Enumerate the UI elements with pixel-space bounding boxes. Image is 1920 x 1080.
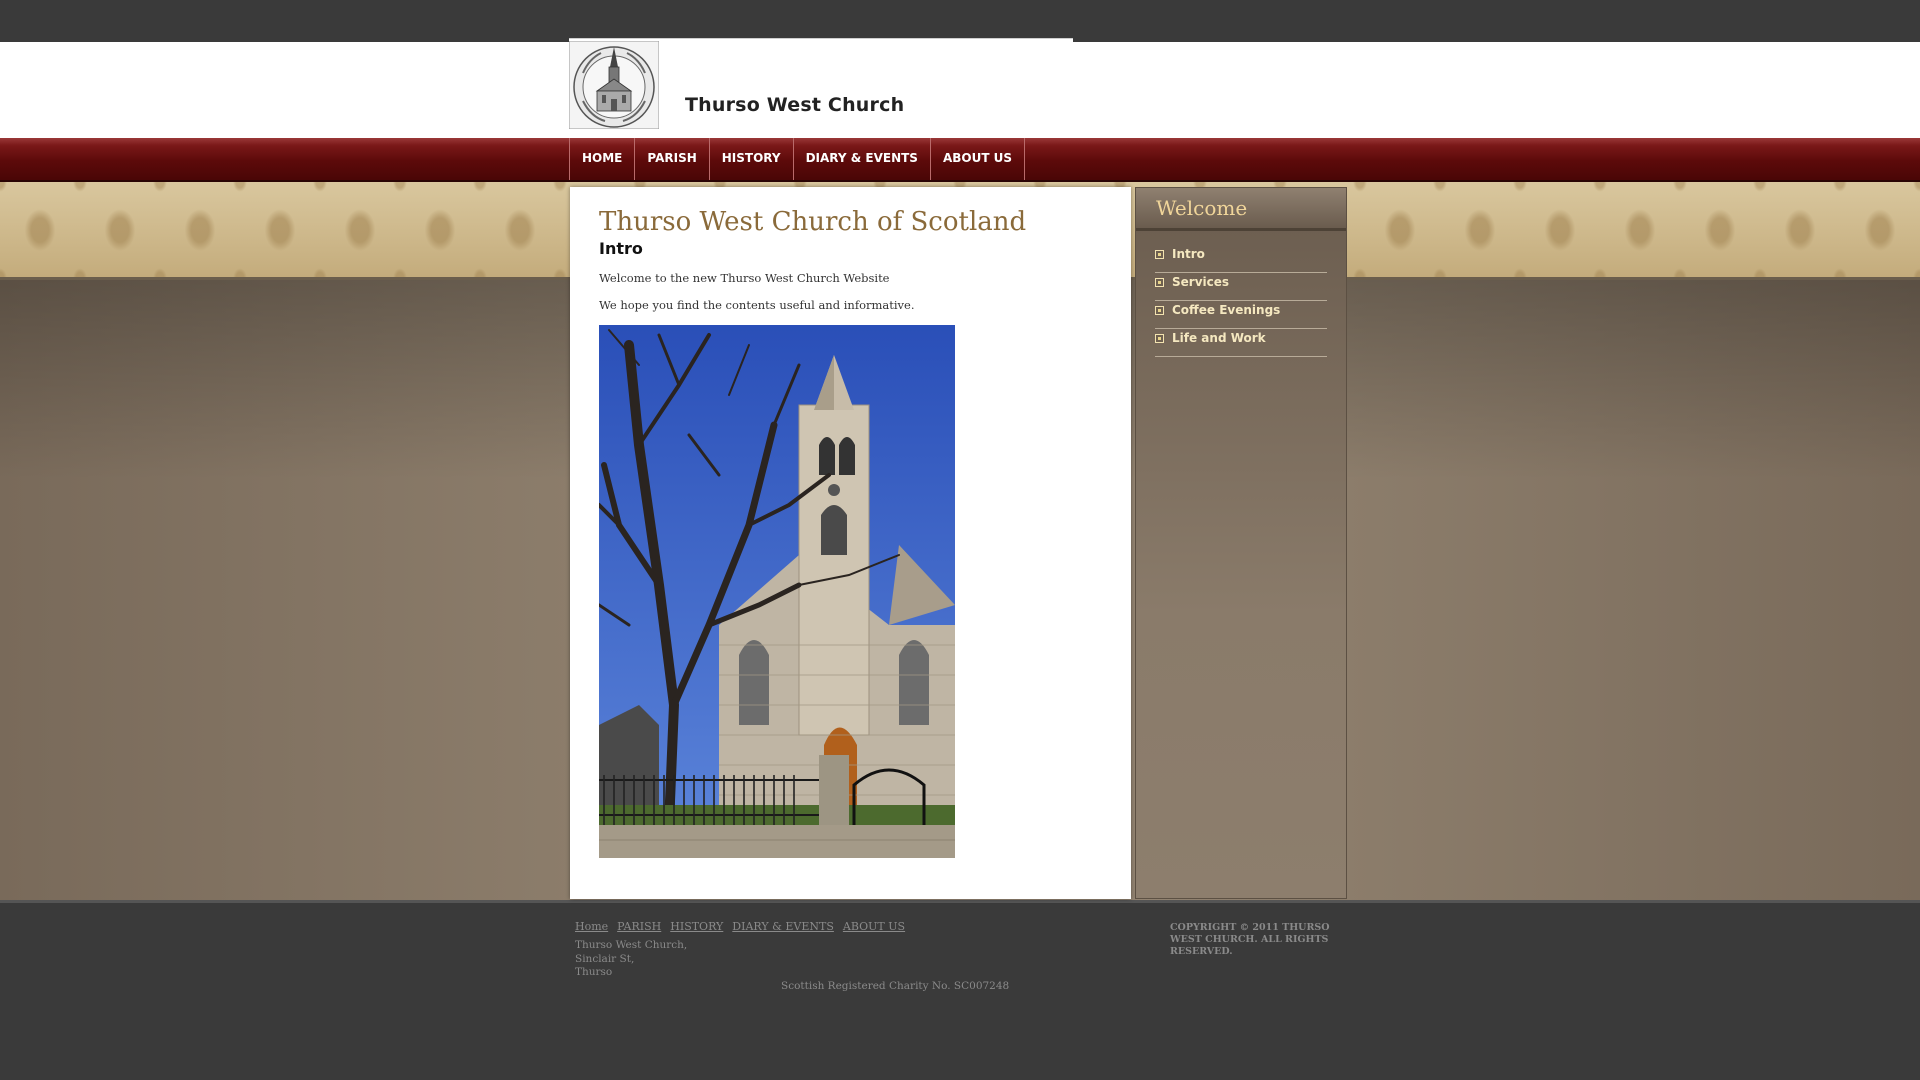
intro-paragraph: Welcome to the new Thurso West Church We… [599, 271, 890, 285]
main-nav: HOME PARISH HISTORY DIARY & EVENTS ABOUT… [569, 138, 1026, 180]
footer-nav: Home PARISH HISTORY DIARY & EVENTS ABOUT… [575, 920, 905, 933]
nav-item-home[interactable]: HOME [569, 138, 634, 180]
nav-item-about-us[interactable]: ABOUT US [929, 138, 1026, 180]
nav-item-history[interactable]: HISTORY [708, 138, 793, 180]
footer-address: Thurso West Church, Sinclair St, Thurso [575, 939, 687, 980]
sidebar-item-intro[interactable]: Intro [1155, 246, 1327, 273]
footer-link-diary-events[interactable]: DIARY & EVENTS [732, 920, 834, 933]
footer-link-parish[interactable]: PARISH [617, 920, 661, 933]
nav-item-parish[interactable]: PARISH [634, 138, 708, 180]
nav-item-diary-events[interactable]: DIARY & EVENTS [792, 138, 930, 180]
sidebar-list: Intro Services Coffee Evenings Life and … [1155, 246, 1327, 358]
footer-link-about-us[interactable]: ABOUT US [843, 920, 905, 933]
copyright: COPYRIGHT © 2011 THURSO WEST CHURCH. ALL… [1170, 922, 1330, 957]
address-line: Thurso [575, 966, 613, 978]
page-subtitle: Intro [599, 239, 643, 258]
bullet-icon [1155, 250, 1164, 259]
site-title: Thurso West Church [685, 94, 905, 116]
sidebar-item-services[interactable]: Services [1155, 274, 1327, 301]
church-photo [599, 325, 955, 858]
address-line: Thurso West Church, [575, 939, 688, 951]
bullet-icon [1155, 306, 1164, 315]
sidebar-title: Welcome [1156, 196, 1248, 220]
sidebar-item-label: Intro [1172, 247, 1205, 261]
page-title: Thurso West Church of Scotland [599, 207, 1027, 237]
sidebar-item-label: Life and Work [1172, 331, 1266, 345]
charity-number: Scottish Registered Charity No. SC007248 [781, 980, 1010, 992]
church-seal-logo[interactable] [568, 40, 660, 130]
sidebar-item-label: Coffee Evenings [1172, 303, 1281, 317]
footer-link-history[interactable]: HISTORY [670, 920, 723, 933]
sidebar-item-coffee-evenings[interactable]: Coffee Evenings [1155, 302, 1327, 329]
footer-link-home[interactable]: Home [575, 920, 608, 933]
address-line: Sinclair St, [575, 952, 635, 965]
bullet-icon [1155, 334, 1164, 343]
content-panel: Thurso West Church of Scotland Intro Wel… [570, 187, 1131, 899]
footer-divider [0, 900, 1920, 903]
sidebar: Welcome Intro Services Coffee Evenings L… [1135, 187, 1347, 899]
top-band [0, 0, 1920, 42]
intro-paragraph: We hope you find the contents useful and… [599, 298, 915, 312]
sidebar-header: Welcome [1136, 188, 1346, 231]
sidebar-item-label: Services [1172, 275, 1230, 289]
bullet-icon [1155, 278, 1164, 287]
sidebar-item-life-and-work[interactable]: Life and Work [1155, 330, 1327, 357]
